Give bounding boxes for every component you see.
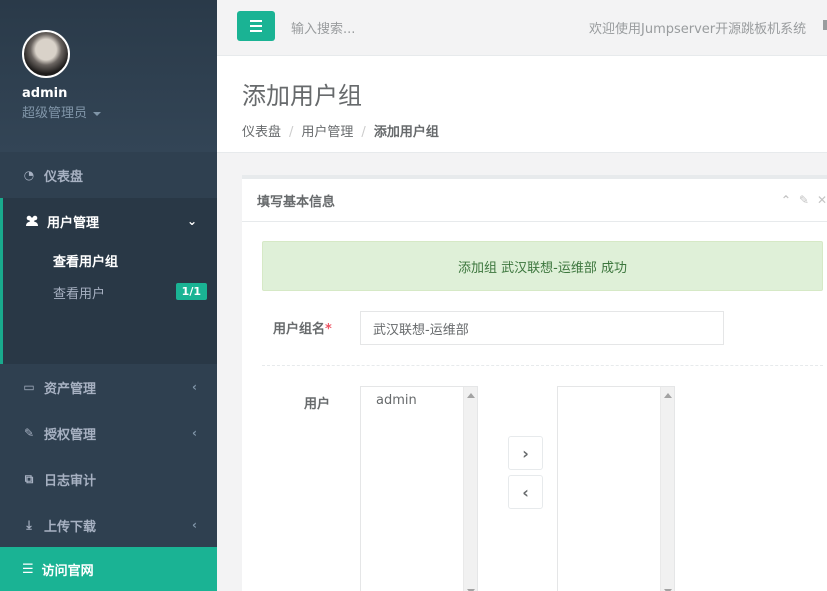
count-badge: 1/1 (175, 283, 207, 300)
panel-title: 填写基本信息 ⌃ ✎ ✕ (242, 179, 827, 222)
chevron-up-icon[interactable]: ⌃ (781, 193, 791, 207)
selected-users-select[interactable] (557, 386, 675, 591)
avatar[interactable] (22, 30, 70, 78)
scrollbar[interactable] (660, 387, 674, 591)
required-mark: * (325, 322, 332, 337)
hamburger-icon-line (250, 30, 262, 32)
top-navbar: 输入搜索... 欢迎使用Jumpserver开源跳板机系统 (217, 0, 827, 56)
profile-name: admin (22, 86, 68, 101)
nav-item-label: 用户管理 (47, 215, 100, 231)
chevron-right-icon: › (522, 443, 529, 463)
nav-item-label: 访问官网 (41, 563, 94, 579)
profile-role-label: 超级管理员 (22, 106, 88, 121)
users-icon (25, 214, 39, 228)
group-name-input[interactable]: 武汉联想-运维部 (360, 311, 724, 345)
sub-item-label: 查看用户 (53, 286, 106, 302)
success-alert: 添加组 武汉联想-运维部 成功 (262, 241, 823, 291)
database-icon: ☰ (22, 561, 34, 577)
nav-item-label: 仪表盘 (44, 169, 84, 185)
close-icon[interactable]: ✕ (817, 193, 827, 207)
nav-item-label: 日志审计 (44, 473, 97, 489)
nav-item-label: 资产管理 (44, 381, 97, 397)
nav-item-label: 上传下载 (44, 519, 97, 535)
scroll-up-icon[interactable] (664, 393, 672, 398)
profile-role-dropdown[interactable]: 超级管理员 (22, 102, 217, 121)
sub-item-view-users[interactable]: 查看用户 1/1 (3, 276, 217, 308)
panel-title-text: 填写基本信息 (257, 195, 336, 210)
divider (262, 365, 823, 366)
available-users-select[interactable]: admin (360, 386, 478, 591)
users-label: 用户 (304, 397, 331, 412)
download-icon: ⤓ (26, 517, 32, 532)
menu-toggle-button[interactable] (237, 11, 275, 41)
nav-item-official-site[interactable]: ☰ 访问官网 (0, 547, 217, 591)
wrench-icon[interactable]: ✎ (799, 193, 809, 207)
scroll-up-icon[interactable] (467, 393, 475, 398)
sub-item-view-user-groups[interactable]: 查看用户组 (3, 244, 217, 276)
sidebar: admin 超级管理员 ◔ 仪表盘 用户管理 ⌄ 查看用户组 查看用户 1/1 … (0, 0, 217, 591)
chevron-left-icon: ‹ (192, 426, 197, 440)
sign-out-icon[interactable] (823, 20, 827, 30)
nav-item-dashboard[interactable]: ◔ 仪表盘 (0, 152, 217, 198)
chevron-left-icon: ‹ (192, 518, 197, 532)
breadcrumb: 仪表盘 / 用户管理 / 添加用户组 (242, 121, 827, 140)
breadcrumb-separator: / (289, 125, 294, 140)
nav-item-label: 授权管理 (44, 427, 97, 443)
move-right-button[interactable]: › (508, 436, 543, 470)
group-name-value: 武汉联想-运维部 (373, 322, 469, 338)
inbox-icon: ▭ (23, 380, 35, 394)
page-title: 添加用户组 (242, 82, 362, 110)
breadcrumb-item-current: 添加用户组 (373, 125, 439, 140)
dashboard-icon: ◔ (23, 168, 35, 182)
user-option[interactable]: admin (361, 387, 477, 408)
nav-item-permission-management[interactable]: ✎ 授权管理 ‹ (0, 410, 217, 456)
copy-icon: ⧉ (24, 471, 34, 486)
chevron-down-icon: ⌄ (186, 214, 197, 228)
move-left-button[interactable]: ‹ (508, 475, 543, 509)
nav-item-upload-download[interactable]: ⤓ 上传下载 ‹ (0, 502, 217, 548)
edit-icon: ✎ (23, 426, 35, 440)
chevron-left-icon: ‹ (192, 380, 197, 394)
hamburger-icon-line (250, 25, 262, 27)
hamburger-icon (250, 20, 262, 22)
breadcrumb-separator: / (361, 125, 366, 140)
nav-item-user-management[interactable]: 用户管理 ⌄ (3, 198, 217, 244)
breadcrumb-item-user-management[interactable]: 用户管理 (301, 125, 353, 140)
group-name-label-text: 用户组名 (273, 322, 326, 337)
breadcrumb-item-dashboard[interactable]: 仪表盘 (242, 125, 281, 140)
scrollbar[interactable] (463, 387, 477, 591)
caret-down-icon (93, 111, 102, 116)
panel-tools: ⌃ ✎ ✕ (781, 193, 827, 207)
nav-group-user-management: 用户管理 ⌄ 查看用户组 查看用户 1/1 (0, 198, 217, 364)
welcome-message: 欢迎使用Jumpserver开源跳板机系统 (589, 22, 807, 37)
form-panel: 填写基本信息 ⌃ ✎ ✕ 添加组 武汉联想-运维部 成功 用户组名* 武汉联想-… (242, 175, 827, 591)
nav-item-log-audit[interactable]: ⧉ 日志审计 (0, 456, 217, 502)
page-heading: 添加用户组 仪表盘 / 用户管理 / 添加用户组 (217, 56, 827, 153)
search-input[interactable]: 输入搜索... (291, 18, 355, 37)
group-name-label: 用户组名* (273, 318, 332, 337)
alert-text: 添加组 武汉联想-运维部 成功 (458, 260, 627, 276)
chevron-left-icon: ‹ (522, 482, 529, 502)
nav-item-asset-management[interactable]: ▭ 资产管理 ‹ (0, 364, 217, 410)
profile-panel: admin 超级管理员 (0, 0, 217, 152)
sub-item-label: 查看用户组 (53, 254, 119, 270)
